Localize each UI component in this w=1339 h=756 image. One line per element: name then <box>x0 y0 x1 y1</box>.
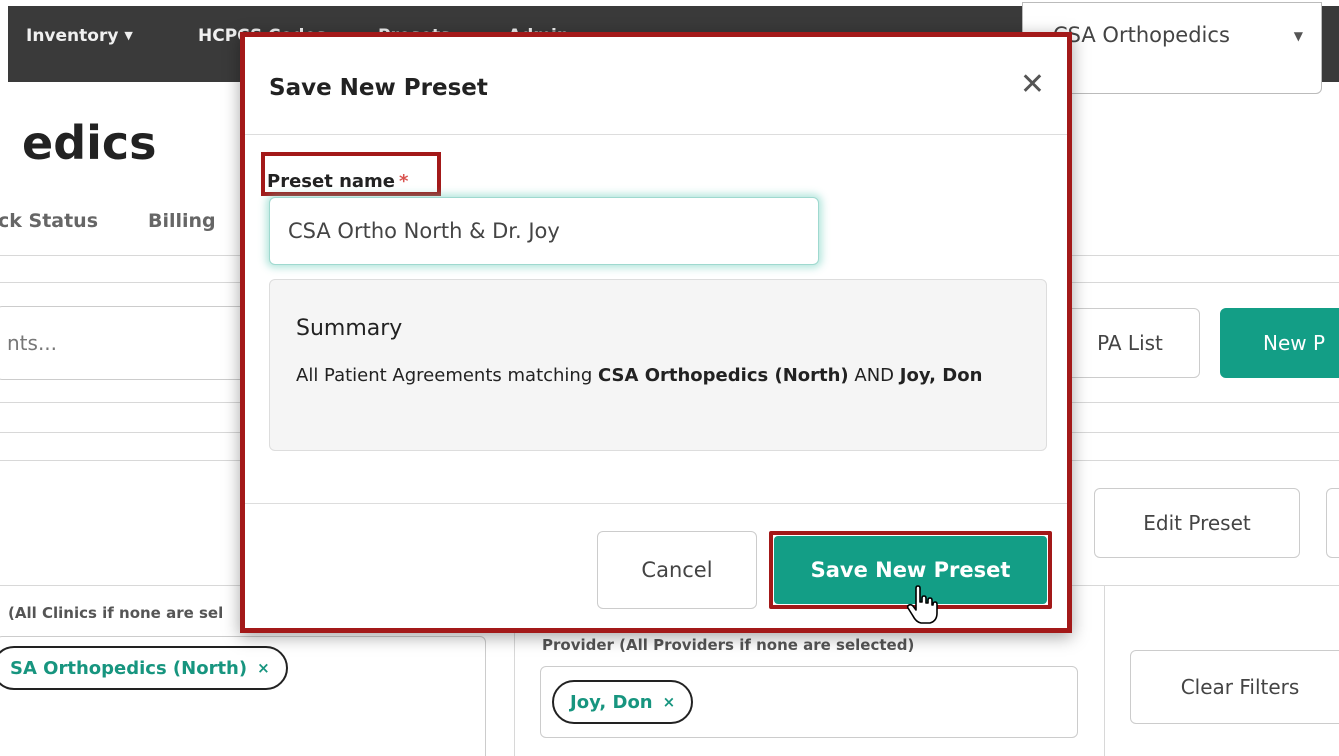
required-mark: * <box>399 171 409 192</box>
new-button[interactable]: New P <box>1220 308 1339 378</box>
preset-action-button[interactable] <box>1326 488 1339 558</box>
edit-preset-button[interactable]: Edit Preset <box>1094 488 1300 558</box>
clear-filters-button[interactable]: Clear Filters <box>1130 650 1339 724</box>
chevron-down-icon: ▼ <box>1293 29 1303 43</box>
save-preset-modal: Save New Preset ✕ Preset name* Summary A… <box>240 32 1072 633</box>
modal-header: Save New Preset ✕ <box>245 37 1067 135</box>
search-placeholder: nts... <box>7 331 58 355</box>
page-title: edics <box>22 116 157 170</box>
column-divider <box>1104 585 1105 756</box>
modal-title: Save New Preset <box>269 75 488 101</box>
summary-panel: Summary All Patient Agreements matching … <box>269 279 1047 451</box>
tab-status[interactable]: ck Status <box>0 210 98 232</box>
remove-icon[interactable]: × <box>663 693 676 711</box>
provider-filter-label: Provider (All Providers if none are sele… <box>542 636 915 654</box>
remove-icon[interactable]: × <box>257 659 270 677</box>
preset-name-input[interactable] <box>269 197 819 265</box>
close-icon[interactable]: ✕ <box>1020 67 1045 102</box>
caret-down-icon: ▼ <box>124 29 133 42</box>
pa-list-button[interactable]: PA List <box>1060 308 1200 378</box>
clinic-select-value: CSA Orthopedics <box>1053 23 1230 47</box>
preset-name-label: Preset name * <box>267 171 409 192</box>
clinic-chip[interactable]: SA Orthopedics (North) × <box>0 646 288 690</box>
modal-footer-divider <box>245 503 1067 504</box>
nav-inventory[interactable]: Inventory ▼ <box>26 26 133 46</box>
clinic-filter-label: (All Clinics if none are sel <box>8 604 224 622</box>
summary-text: All Patient Agreements matching CSA Orth… <box>296 365 983 386</box>
provider-chip[interactable]: Joy, Don × <box>552 680 694 724</box>
summary-title: Summary <box>296 316 403 341</box>
summary-provider: Joy, Don <box>899 365 983 386</box>
tab-billing[interactable]: Billing <box>148 210 216 232</box>
cancel-button[interactable]: Cancel <box>597 531 757 609</box>
hand-cursor-icon <box>906 585 938 624</box>
summary-clinic: CSA Orthopedics (North) <box>598 365 849 386</box>
